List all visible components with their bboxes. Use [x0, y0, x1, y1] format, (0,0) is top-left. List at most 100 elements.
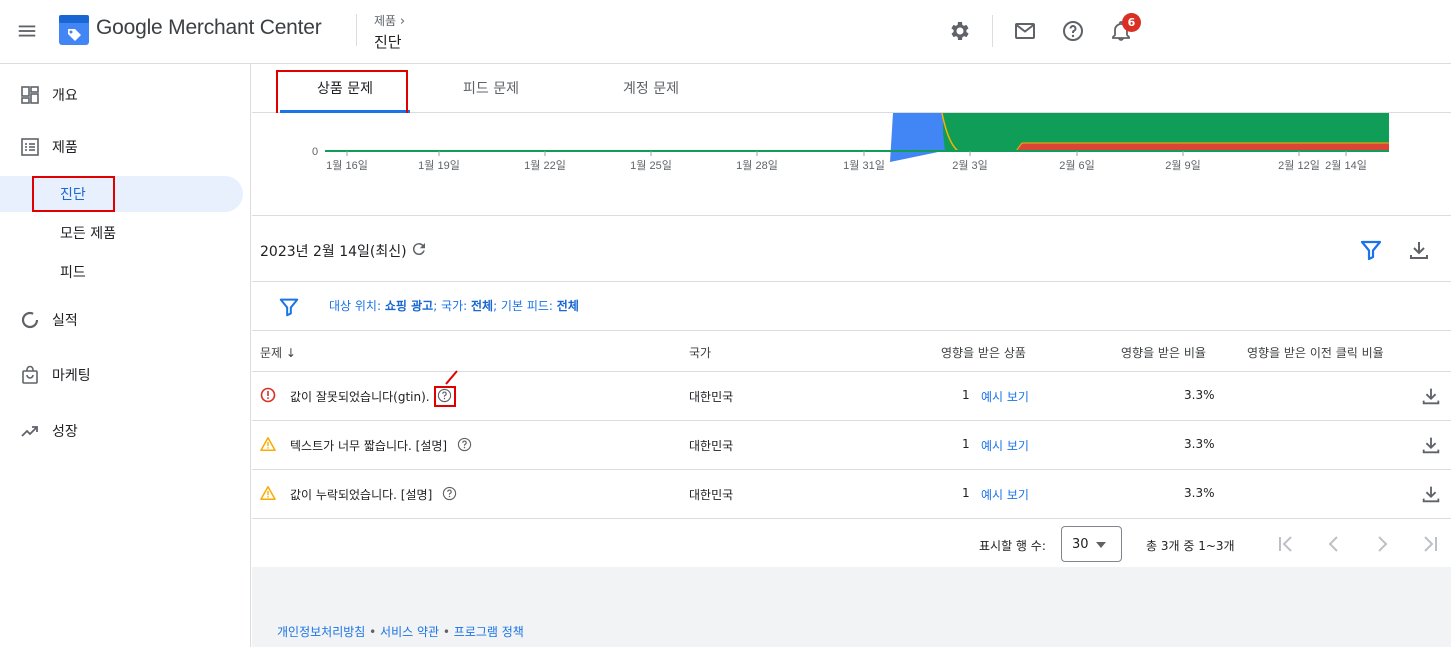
column-header-label: 문제 — [260, 346, 283, 360]
active-filters-row: 대상 위치: 쇼핑 광고; 국가: 전체; 기본 피드: 전체 — [252, 281, 1451, 330]
table-row: 값이 누락되었습니다. [설명] 대한민국 1 예시 보기 3.3% — [252, 469, 1451, 518]
breadcrumb-parent[interactable]: 제품 — [374, 14, 396, 28]
next-page-icon[interactable] — [1370, 532, 1394, 556]
breadcrumb[interactable]: 제품 › — [374, 12, 405, 29]
view-examples-link[interactable]: 예시 보기 — [981, 437, 1029, 454]
sidebar-item-label: 실적 — [52, 313, 78, 329]
sidebar-item-label: 모든 제품 — [60, 226, 116, 242]
view-examples-link[interactable]: 예시 보기 — [981, 486, 1029, 503]
chart-area-red — [1016, 143, 1389, 151]
tab-account-issues[interactable]: 계정 문제 — [588, 64, 714, 112]
x-tick-label: 1월 22일 — [524, 158, 566, 172]
pagination-bar: 표시할 행 수: 30 총 3개 중 1~3개 — [252, 518, 1451, 568]
column-header-affected-ratio[interactable]: 영향을 받은 비율 — [1121, 344, 1206, 361]
page-title: 진단 — [374, 33, 402, 51]
x-tick-label: 2월 12일 — [1278, 158, 1320, 172]
affected-count: 1 — [962, 437, 970, 451]
column-header-country[interactable]: 국가 — [689, 344, 711, 361]
notification-badge: 6 — [1122, 13, 1141, 32]
warning-icon — [260, 486, 276, 500]
sidebar-item-overview[interactable]: 개요 — [0, 77, 243, 113]
last-page-icon[interactable] — [1418, 532, 1442, 556]
annotation-highlight-box — [276, 70, 408, 115]
filter-value: 전체 — [556, 299, 579, 313]
annotation-highlight-box — [32, 176, 115, 212]
issues-history-chart: 0 1월 16일 1월 19일 1월 22일 1월 25일 1월 28일 1월 31일 2월… — [252, 113, 1451, 215]
first-page-icon[interactable] — [1274, 532, 1298, 556]
chevron-right-icon: › — [399, 14, 406, 29]
country-cell: 대한민국 — [689, 488, 734, 502]
footer-separator: • — [365, 625, 381, 639]
filter-label: ; 국가: — [433, 299, 471, 313]
sidebar-item-growth[interactable]: 성장 — [0, 413, 243, 449]
x-tick-label: 2월 9일 — [1165, 158, 1201, 172]
caret-down-icon — [1096, 542, 1106, 548]
issue-text: 텍스트가 너무 짧습니다. [설명] — [290, 439, 448, 453]
table-header: 문제 ↓ 국가 영향을 받은 상품 영향을 받은 비율 영향을 받은 이전 클릭… — [252, 330, 1451, 371]
report-date: 2023년 2월 14일(최신) — [260, 244, 407, 260]
filter-value: 전체 — [470, 299, 494, 313]
help-icon[interactable] — [1061, 19, 1085, 43]
x-tick-label: 1월 16일 — [326, 158, 368, 172]
column-header-issue[interactable]: 문제 ↓ — [260, 344, 296, 361]
sidebar-item-label: 개요 — [52, 88, 78, 104]
pagination-range: 총 3개 중 1~3개 — [1146, 539, 1235, 553]
x-tick-label: 1월 28일 — [736, 158, 778, 172]
x-axis-ticks: 1월 16일 1월 19일 1월 22일 1월 25일 1월 28일 1월 31일 2월 3… — [326, 151, 1367, 172]
annotation-highlight-box — [434, 386, 456, 407]
tab-feed-issues[interactable]: 피드 문제 — [428, 64, 554, 112]
main-content: 상품 문제 피드 문제 계정 문제 0 1월 16일 1월 19일 1월 22일 1월… — [252, 64, 1451, 647]
sidebar-item-products[interactable]: 제품 — [0, 129, 243, 165]
download-icon[interactable] — [1420, 483, 1442, 505]
sidebar: 개요 제품 진단 모든 제품 피드 실적 마케팅 성장 — [0, 64, 251, 647]
sidebar-item-all-products[interactable]: 모든 제품 — [0, 215, 243, 251]
filter-label: 대상 위치: — [329, 299, 385, 313]
refresh-icon[interactable] — [410, 240, 428, 258]
filter-icon[interactable] — [1359, 238, 1383, 262]
view-examples-link[interactable]: 예시 보기 — [981, 388, 1029, 405]
program-policies-link[interactable]: 프로그램 정책 — [454, 625, 524, 639]
affected-ratio: 3.3% — [1184, 486, 1215, 500]
download-icon[interactable] — [1420, 434, 1442, 456]
footer-separator: • — [439, 625, 454, 639]
terms-of-service-link[interactable]: 서비스 약관 — [380, 625, 439, 639]
download-icon[interactable] — [1407, 238, 1431, 262]
chart-area-blue — [890, 113, 946, 162]
sidebar-item-label: 성장 — [52, 424, 78, 440]
column-header-affected-items[interactable]: 영향을 받은 상품 — [941, 344, 1026, 361]
help-icon[interactable] — [442, 486, 457, 501]
mail-icon[interactable] — [1013, 19, 1037, 43]
privacy-policy-link[interactable]: 개인정보처리방침 — [277, 625, 365, 639]
rows-per-page-select[interactable]: 30 — [1061, 526, 1122, 562]
dashboard-icon — [21, 86, 39, 104]
sidebar-item-label: 피드 — [60, 265, 86, 281]
trending-up-icon — [21, 426, 38, 437]
x-tick-label: 2월 3일 — [952, 158, 988, 172]
menu-icon[interactable] — [16, 20, 38, 42]
warning-icon — [260, 437, 276, 451]
help-icon[interactable] — [457, 437, 472, 452]
filter-icon[interactable] — [278, 296, 300, 318]
rows-per-page-label: 표시할 행 수: — [979, 539, 1046, 553]
x-tick-label: 2월 14일 — [1325, 158, 1367, 172]
brand-title: Google Merchant Center — [96, 16, 322, 39]
y-tick-label: 0 — [312, 146, 318, 158]
filter-summary[interactable]: 대상 위치: 쇼핑 광고; 국가: 전체; 기본 피드: 전체 — [329, 297, 579, 314]
error-icon — [260, 387, 276, 403]
merchant-center-logo-icon — [59, 15, 89, 45]
sidebar-item-performance[interactable]: 실적 — [0, 302, 243, 338]
previous-page-icon[interactable] — [1322, 532, 1346, 556]
annotation-arrow — [445, 370, 458, 385]
country-cell: 대한민국 — [689, 439, 734, 453]
settings-gear-icon[interactable] — [948, 19, 972, 43]
sidebar-item-feeds[interactable]: 피드 — [0, 254, 243, 290]
column-header-previous-click-ratio[interactable]: 영향을 받은 이전 클릭 비율 — [1247, 344, 1384, 361]
list-icon — [21, 138, 39, 156]
sidebar-item-label: 마케팅 — [52, 368, 91, 384]
arrow-down-icon: ↓ — [285, 346, 296, 360]
header-divider — [356, 14, 357, 46]
issue-text: 값이 잘못되었습니다(gtin). — [290, 390, 430, 404]
donut-icon — [21, 311, 39, 329]
download-icon[interactable] — [1420, 385, 1442, 407]
sidebar-item-marketing[interactable]: 마케팅 — [0, 357, 243, 393]
